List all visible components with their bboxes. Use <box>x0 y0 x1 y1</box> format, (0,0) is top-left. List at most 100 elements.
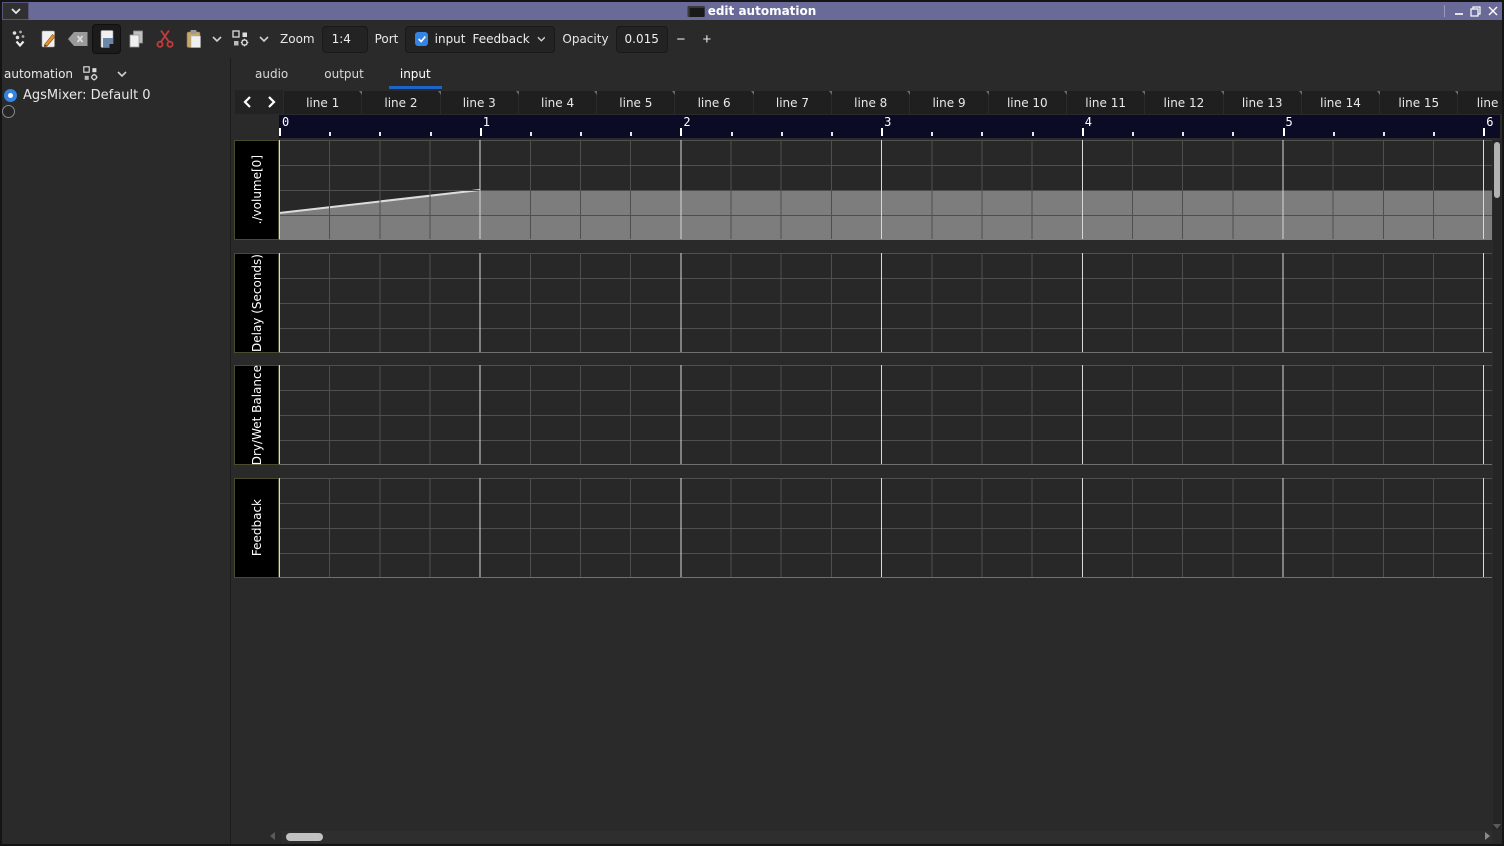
edit-automation-window: edit automation <box>0 0 1504 846</box>
ruler-tick <box>630 132 632 136</box>
vertical-scroll-down-arrow-icon[interactable] <box>1493 824 1501 829</box>
chevron-down-icon <box>212 36 222 42</box>
ruler-tick <box>831 132 833 136</box>
ruler-unit-label: 2 <box>683 115 690 129</box>
line-header-3[interactable]: line 3 <box>441 91 518 114</box>
line-header-5[interactable]: line 5 <box>597 91 674 114</box>
zoom-combo[interactable]: 1:4 <box>322 26 368 53</box>
line-header-8[interactable]: line 8 <box>832 91 909 114</box>
lane-label-text: Feedback <box>250 499 264 556</box>
line-header-6[interactable]: line 6 <box>675 91 752 114</box>
ruler-tick <box>530 132 532 136</box>
minimize-button[interactable] <box>1451 3 1466 19</box>
lane-label: Delay (Seconds) <box>234 253 279 353</box>
ruler-tick <box>1383 132 1385 136</box>
lane-label: ./volume[0] <box>234 140 279 240</box>
tab-output[interactable]: output <box>306 60 382 89</box>
paste-tool-button[interactable] <box>179 24 208 54</box>
ruler-tick <box>731 132 733 136</box>
cut-tool-button[interactable] <box>150 24 179 54</box>
chevron-down-icon <box>11 8 21 14</box>
line-header-7[interactable]: line 7 <box>754 91 831 114</box>
line-header-1[interactable]: line 1 <box>284 91 361 114</box>
ruler-tick <box>781 132 783 136</box>
chevron-down-icon <box>259 36 269 42</box>
machine-list: AgsMixer: Default 0 <box>2 87 230 119</box>
copy-tool-button[interactable] <box>121 24 150 54</box>
horizontal-scrollbar[interactable] <box>282 831 1492 843</box>
automation-grid[interactable] <box>279 140 1492 240</box>
opacity-label: Opacity <box>562 32 608 46</box>
position-tool-button[interactable] <box>5 24 34 54</box>
position-cursor-icon <box>10 29 30 49</box>
horizontal-scroll-right-arrow-icon[interactable] <box>1485 832 1490 840</box>
radio-unselected[interactable] <box>2 105 15 118</box>
port-label: Port <box>375 32 399 46</box>
edit-tool-button[interactable] <box>34 24 63 54</box>
vertical-scrollbar[interactable] <box>1493 140 1501 830</box>
ruler-tick <box>580 132 582 136</box>
restore-icon <box>1470 6 1481 17</box>
lane-label-text: Delay (Seconds) <box>250 254 264 352</box>
line-header-9[interactable]: line 9 <box>910 91 987 114</box>
automation-grid[interactable] <box>279 478 1492 578</box>
tab-audio[interactable]: audio <box>237 60 306 89</box>
ruler-tick <box>1232 132 1234 136</box>
opacity-increment-button[interactable]: + <box>694 26 720 53</box>
titlebar: edit automation <box>2 2 1502 20</box>
close-button[interactable] <box>1485 3 1500 19</box>
line-header-15[interactable]: line 15 <box>1380 91 1457 114</box>
opacity-input[interactable]: 0.015 <box>616 26 668 53</box>
machine-selector-dropdown-icon[interactable] <box>117 71 127 77</box>
automation-grid[interactable] <box>279 365 1492 465</box>
vertical-scrollbar-thumb[interactable] <box>1494 142 1500 198</box>
app-icon <box>688 6 705 17</box>
window-title-area: edit automation <box>688 4 817 18</box>
port-checkbox[interactable] <box>415 32 427 46</box>
ruler-tick <box>1182 132 1184 136</box>
automation-tools-dropdown[interactable] <box>255 24 273 54</box>
ruler-unit-label: 5 <box>1286 115 1293 129</box>
paste-options-dropdown[interactable] <box>208 24 226 54</box>
opacity-decrement-button[interactable]: − <box>668 26 694 53</box>
ruler-tick <box>430 132 432 136</box>
horizontal-scroll-left-arrow-icon[interactable] <box>270 832 275 840</box>
machine-radio-row[interactable] <box>2 103 230 119</box>
line-header-10[interactable]: line 10 <box>989 91 1066 114</box>
line-header-13[interactable]: line 13 <box>1224 91 1301 114</box>
scroll-lines-left-button[interactable] <box>235 90 259 114</box>
line-header-11[interactable]: line 11 <box>1067 91 1144 114</box>
ruler-unit-label: 6 <box>1486 115 1493 129</box>
clear-tool-button[interactable] <box>63 24 92 54</box>
automation-header: automation <box>4 65 127 83</box>
scroll-lines-right-button[interactable] <box>259 90 283 114</box>
timeline-ruler[interactable]: 0123456 <box>279 115 1500 138</box>
ruler-tick <box>1032 132 1034 136</box>
machine-radio-row[interactable]: AgsMixer: Default 0 <box>2 87 230 103</box>
ruler-unit-label: 3 <box>884 115 891 129</box>
line-header-4[interactable]: line 4 <box>519 91 596 114</box>
maximize-button[interactable] <box>1468 3 1483 19</box>
port-combo[interactable]: input Feedback <box>405 26 555 53</box>
tab-input[interactable]: input <box>382 60 449 89</box>
line-header-16[interactable]: line 16 <box>1458 91 1502 114</box>
automation-grid[interactable] <box>279 253 1492 353</box>
automation-label: automation <box>4 67 73 81</box>
check-icon <box>417 34 427 44</box>
ruler-tick <box>279 128 281 136</box>
line-header-2[interactable]: line 2 <box>362 91 439 114</box>
window-controls-separator <box>1444 5 1445 17</box>
radio-selected[interactable] <box>4 89 17 102</box>
line-header-12[interactable]: line 12 <box>1145 91 1222 114</box>
automation-tools-button[interactable] <box>226 24 255 54</box>
port-scope: input <box>435 32 466 46</box>
ruler-tick <box>329 132 331 136</box>
window-menu-button[interactable] <box>2 2 29 20</box>
window-title: edit automation <box>708 4 817 18</box>
select-tool-button[interactable] <box>92 24 121 54</box>
line-header-14[interactable]: line 14 <box>1302 91 1379 114</box>
machine-label: AgsMixer: Default 0 <box>23 88 151 103</box>
window-controls <box>1444 2 1500 20</box>
horizontal-scrollbar-thumb[interactable] <box>286 833 323 841</box>
zoom-value: 1:4 <box>332 32 351 46</box>
